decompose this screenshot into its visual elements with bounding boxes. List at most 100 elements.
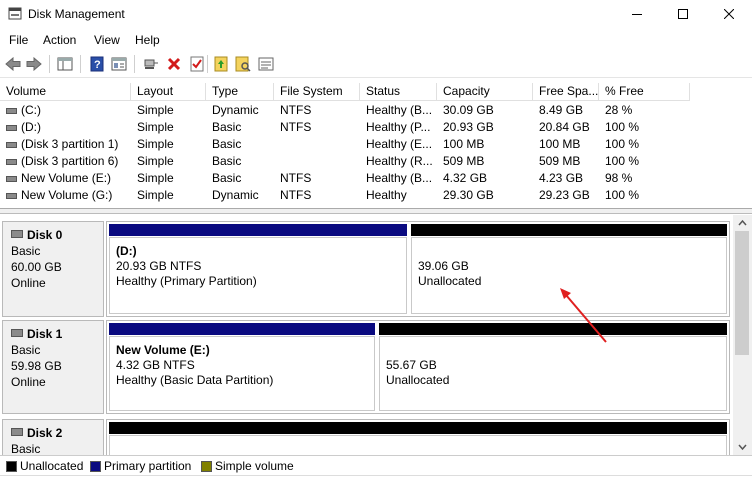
cell-volume: (C:): [21, 103, 41, 117]
disk-type: Basic: [11, 244, 41, 258]
help-icon: ?: [90, 56, 104, 72]
cell-volume: (D:): [21, 120, 41, 134]
primary-partition-bar: [109, 224, 407, 236]
cell-status: Healthy: [366, 188, 407, 202]
properties-button[interactable]: [110, 55, 128, 73]
folder-up-button[interactable]: [212, 55, 230, 73]
volume-list[interactable]: Volume Layout Type File System Status Ca…: [0, 83, 752, 209]
connect-button[interactable]: [142, 55, 160, 73]
cell-capacity: 29.30 GB: [443, 188, 494, 202]
partition-new-volume-e[interactable]: New Volume (E:) 4.32 GB NTFS Healthy (Ba…: [107, 321, 377, 413]
cell-status: Healthy (B...: [366, 103, 433, 117]
partition-unallocated-disk-1[interactable]: 55.67 GB Unallocated: [377, 321, 729, 413]
column-header-file-system[interactable]: File System: [274, 83, 360, 101]
legend-swatch: [6, 461, 17, 472]
partition-status: Unallocated: [418, 274, 482, 288]
cell-percent-free: 100 %: [605, 120, 640, 134]
disk-state: Online: [11, 276, 46, 290]
cell-free-space: 4.23 GB: [539, 171, 584, 185]
cell-status: Healthy (P...: [366, 120, 431, 134]
cell-volume: New Volume (E:): [21, 171, 112, 185]
close-icon: [724, 9, 734, 19]
legend-swatch: [90, 461, 101, 472]
cell-file-system: [274, 153, 360, 170]
minimize-button[interactable]: [614, 0, 660, 28]
cell-file-system: NTFS: [280, 171, 312, 185]
list-button[interactable]: [257, 55, 275, 73]
cell-type: Basic: [212, 120, 242, 134]
list-icon: [258, 57, 274, 71]
menu-file[interactable]: File: [9, 33, 28, 47]
back-button[interactable]: [4, 55, 22, 73]
legend-swatch: [201, 461, 212, 472]
menu-help[interactable]: Help: [135, 33, 160, 47]
disk-2-label[interactable]: Disk 2 Basic: [2, 419, 104, 455]
column-header-type[interactable]: Type: [206, 83, 274, 101]
toolbar-separator: [134, 55, 135, 73]
close-button[interactable]: [706, 0, 752, 28]
partition-unallocated-disk-2[interactable]: [107, 420, 729, 455]
scroll-down-icon[interactable]: [738, 442, 747, 451]
console-tree-button[interactable]: [56, 55, 74, 73]
table-row[interactable]: New Volume (E:) Simple Basic NTFS Healthy (B…: [0, 170, 690, 187]
cell-volume: New Volume (G:): [21, 188, 113, 202]
check-icon: [190, 56, 204, 72]
table-row[interactable]: (C:) Simple Dynamic NTFS Healthy (B... 30.09 …: [0, 102, 690, 119]
disk-name: Disk 2: [27, 426, 63, 440]
disk-type: Basic: [11, 343, 41, 357]
table-row[interactable]: (D:) Simple Basic NTFS Healthy (P... 20.93 GB…: [0, 119, 690, 136]
column-header-status[interactable]: Status: [360, 83, 437, 101]
column-header-volume[interactable]: Volume: [0, 83, 131, 101]
connect-icon: [144, 59, 158, 69]
check-button[interactable]: [188, 55, 206, 73]
partition-name: New Volume (E:): [116, 343, 210, 357]
cell-percent-free: 28 %: [605, 103, 633, 117]
table-row[interactable]: (Disk 3 partition 6) Simple Basic Healthy (…: [0, 153, 690, 170]
title-bar: Disk Management: [0, 0, 752, 28]
cell-percent-free: 98 %: [605, 171, 633, 185]
disk-icon: [11, 230, 23, 238]
cell-free-space: 8.49 GB: [539, 103, 584, 117]
pane-splitter[interactable]: [0, 209, 752, 214]
forward-button[interactable]: [25, 55, 43, 73]
disk-size: 59.98 GB: [11, 359, 62, 373]
delete-button[interactable]: [165, 55, 183, 73]
legend: Unallocated Primary partition Simple vol…: [0, 455, 752, 475]
help-button[interactable]: ?: [88, 55, 106, 73]
menu-action[interactable]: Action: [43, 33, 76, 47]
cell-status: Healthy (R...: [366, 154, 433, 168]
column-header-layout[interactable]: Layout: [131, 83, 206, 101]
unallocated-bar: [379, 323, 727, 335]
cell-layout: Simple: [137, 137, 174, 151]
cell-status: Healthy (B...: [366, 171, 433, 185]
cell-status: Healthy (E...: [366, 137, 433, 151]
disk-1-label[interactable]: Disk 1 Basic 59.98 GB Online: [2, 320, 104, 414]
open-folder-button[interactable]: [234, 55, 252, 73]
cell-capacity: 100 MB: [443, 137, 485, 151]
partition-unallocated-disk-0[interactable]: 39.06 GB Unallocated: [409, 222, 729, 316]
disk-0-label[interactable]: Disk 0 Basic 60.00 GB Online: [2, 221, 104, 317]
cell-layout: Simple: [137, 154, 174, 168]
partition-name: (D:): [116, 244, 137, 258]
disk-size: 60.00 GB: [11, 260, 62, 274]
cell-free-space: 100 MB: [539, 137, 581, 151]
table-row[interactable]: New Volume (G:) Simple Dynamic NTFS Healthy 2…: [0, 187, 690, 204]
partition-size: 55.67 GB: [386, 358, 437, 372]
maximize-button[interactable]: [660, 0, 706, 28]
menu-view[interactable]: View: [94, 33, 120, 47]
partition-d[interactable]: (D:) 20.93 GB NTFS Healthy (Primary Part…: [107, 222, 409, 316]
graph-scrollbar[interactable]: [733, 215, 752, 455]
disk-name: Disk 0: [27, 228, 63, 242]
disk-management-app-icon: [8, 7, 22, 20]
cell-layout: Simple: [137, 103, 174, 117]
scroll-thumb[interactable]: [735, 231, 749, 355]
table-row[interactable]: (Disk 3 partition 1) Simple Basic Healthy (…: [0, 136, 690, 153]
legend-unallocated: Unallocated: [4, 459, 83, 473]
scroll-up-icon[interactable]: [738, 219, 747, 228]
column-header-capacity[interactable]: Capacity: [437, 83, 533, 101]
column-header-free-space[interactable]: Free Spa...: [533, 83, 599, 101]
cell-capacity: 20.93 GB: [443, 120, 494, 134]
toolbar: ?: [0, 50, 752, 78]
column-header-percent-free[interactable]: % Free: [599, 83, 690, 101]
cell-file-system: [274, 136, 360, 153]
